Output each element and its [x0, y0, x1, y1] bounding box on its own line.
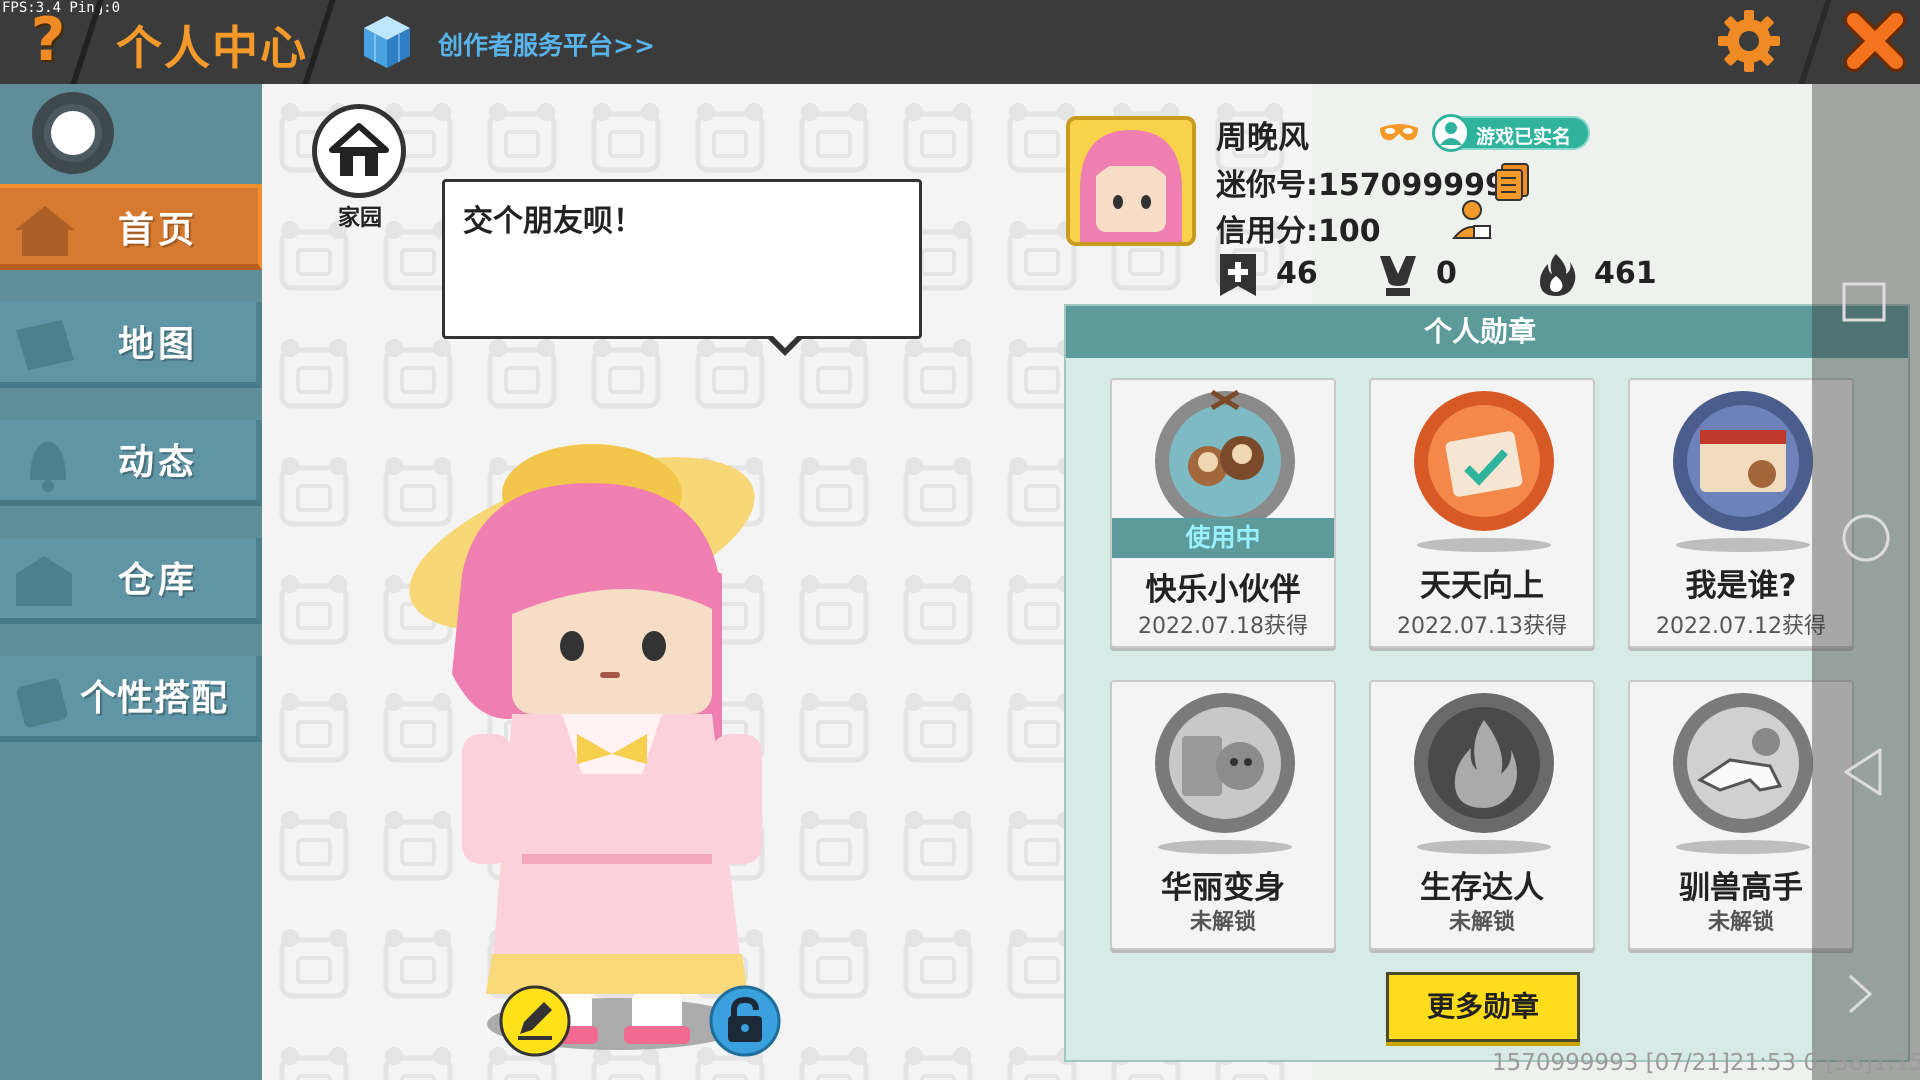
privacy-lock-button[interactable] — [708, 984, 782, 1058]
sidebar-item-label: 首页 — [118, 210, 199, 251]
medal-name: 生存达人 — [1420, 870, 1544, 906]
home-circle-icon[interactable] — [1840, 512, 1892, 564]
medal-name: 华丽变身 — [1161, 870, 1285, 906]
sidebar-item-outfit[interactable]: 个性搭配 — [0, 656, 262, 742]
top-bar: FPS:3.4 Ping:0 ? 个人中心 创作者服务平台>> — [0, 0, 1920, 84]
medal-shadow — [1676, 840, 1810, 854]
sidebar-item-label: 地图 — [118, 324, 199, 365]
daily-progress-medal-icon — [1414, 391, 1554, 531]
speech-bubble-tail — [765, 332, 805, 356]
person-card-icon[interactable] — [1450, 198, 1494, 242]
close-icon[interactable] — [1842, 8, 1908, 74]
who-am-i-medal-icon — [1673, 391, 1813, 531]
stat-value: 461 — [1594, 256, 1657, 291]
house-icon — [329, 123, 389, 176]
more-medals-button[interactable]: 更多勋章 — [1386, 972, 1580, 1042]
medal-card[interactable]: 生存达人 未解锁 — [1369, 680, 1595, 950]
medal-date: 2022.07.18获得 — [1138, 614, 1308, 639]
stat-value: 0 — [1436, 256, 1457, 291]
creator-cube-icon[interactable] — [362, 14, 412, 70]
home-icon — [15, 206, 75, 256]
nickname: 周晚风 — [1216, 120, 1309, 156]
speech-bubble-text: 交个朋友呗！ — [463, 204, 643, 239]
medal-card[interactable]: 华丽变身 未解锁 — [1110, 680, 1336, 950]
warehouse-icon — [16, 556, 72, 606]
realname-text: 游戏已实名 — [1476, 126, 1572, 148]
medal-date: 未解锁 — [1448, 910, 1515, 935]
sidebar: 首页 地图 动态 仓库 个性搭配 — [0, 84, 262, 1080]
sidebar-item-warehouse[interactable]: 仓库 — [0, 538, 262, 624]
gorgeous-transform-medal-icon — [1155, 693, 1295, 833]
trophy-icon — [1380, 256, 1416, 296]
question-mark-icon: ? — [30, 5, 66, 75]
copy-icon[interactable] — [1494, 162, 1530, 202]
avatar-toggle-button[interactable] — [32, 92, 114, 174]
credit-score: 信用分:100 — [1216, 214, 1381, 249]
beast-tamer-medal-icon — [1673, 693, 1813, 833]
medal-panel: 个人勋章 使用中 快乐小伙伴 2022.07.18获得 天天向上 2022.07… — [1064, 304, 1910, 1062]
happy-buddy-medal-icon — [1155, 389, 1295, 531]
creator-platform-link[interactable]: 创作者服务平台>> — [438, 26, 655, 62]
android-nav-overlay — [1812, 84, 1920, 1080]
flame-icon — [1540, 254, 1576, 296]
page-title: 个人中心 — [116, 21, 308, 75]
homestead-label: 家园 — [337, 206, 382, 231]
help-button[interactable]: ? — [16, 8, 80, 72]
medal-panel-title: 个人勋章 — [1066, 306, 1908, 358]
stat-value: 46 — [1276, 256, 1318, 291]
edit-profile-button[interactable] — [498, 984, 572, 1058]
medal-date: 2022.07.13获得 — [1397, 614, 1567, 639]
in-use-badge: 使用中 — [1112, 518, 1334, 558]
survival-expert-medal-icon — [1414, 693, 1554, 833]
medal-shadow — [1676, 538, 1810, 552]
bell-icon — [30, 442, 66, 492]
mask-icon[interactable] — [1378, 122, 1420, 144]
recent-apps-icon[interactable] — [1840, 280, 1888, 328]
medal-shadow — [1417, 538, 1551, 552]
speech-bubble[interactable]: 交个朋友呗！ — [442, 179, 922, 356]
divider — [1798, 0, 1832, 84]
medal-card[interactable]: 使用中 快乐小伙伴 2022.07.18获得 — [1110, 378, 1336, 648]
medal-name: 天天向上 — [1420, 568, 1544, 604]
debug-footer: 1570999993 [07/21]21:53 0 [58]1.15.5 — [1492, 1050, 1920, 1076]
sidebar-item-label: 仓库 — [118, 560, 199, 601]
sidebar-item-feed[interactable]: 动态 — [0, 420, 262, 506]
verified-user-icon — [1432, 114, 1470, 152]
medal-name: 快乐小伙伴 — [1145, 572, 1301, 608]
realname-verified-badge: 游戏已实名 — [1432, 114, 1590, 152]
medal-date: 未解锁 — [1189, 910, 1256, 935]
outfit-icon — [16, 678, 68, 728]
avatar-face-icon — [1070, 120, 1192, 242]
medal-shadow — [1158, 840, 1292, 854]
homestead-button[interactable]: 家园 — [312, 104, 408, 244]
sidebar-item-label: 个性搭配 — [80, 678, 229, 719]
gear-icon[interactable] — [1716, 8, 1782, 74]
sidebar-item-map[interactable]: 地图 — [0, 302, 262, 388]
sidebar-item-label: 动态 — [118, 442, 199, 483]
back-triangle-icon[interactable] — [1840, 746, 1888, 798]
sidebar-item-home[interactable]: 首页 — [0, 184, 262, 270]
chevron-right-icon[interactable] — [1840, 970, 1880, 1018]
profile-avatar[interactable] — [1066, 116, 1196, 246]
medal-shadow — [1417, 840, 1551, 854]
medal-card[interactable]: 天天向上 2022.07.13获得 — [1369, 378, 1595, 648]
map-icon — [16, 320, 74, 370]
bookmark-plus-icon — [1220, 254, 1256, 296]
homestead-circle — [312, 104, 406, 198]
player-character — [409, 444, 762, 1050]
